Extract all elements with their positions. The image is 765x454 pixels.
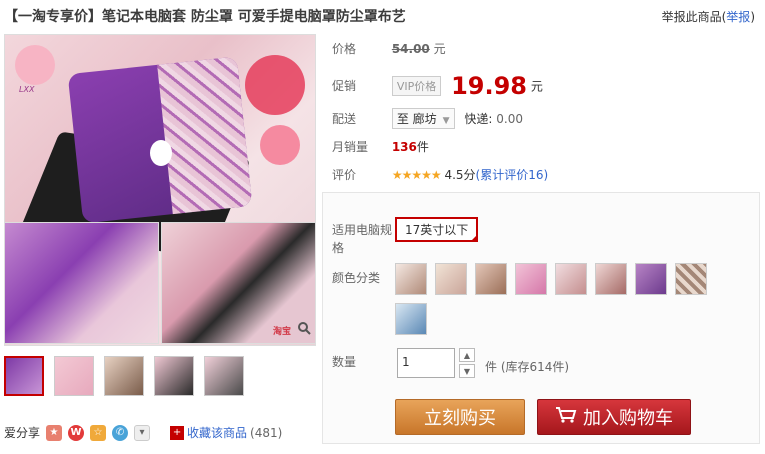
- share-bar: 爱分享 ★ W ☆ ✆ ▾ + 收藏该商品 (481): [4, 424, 282, 441]
- increase-button[interactable]: ▲: [459, 348, 475, 362]
- size-label: 适用电脑规格: [332, 223, 393, 255]
- report-anchor[interactable]: 举报: [726, 10, 750, 24]
- share-chat-icon[interactable]: ✆: [112, 424, 129, 441]
- color-swatch[interactable]: [555, 263, 587, 295]
- brand-logo: LXX: [19, 85, 35, 94]
- sales-unit: 件: [416, 140, 429, 154]
- quantity-label: 数量: [332, 355, 357, 369]
- gallery-image-2[interactable]: [4, 222, 159, 344]
- buy-now-label: 立刻购买: [424, 408, 496, 429]
- thumbnail-strip: [4, 356, 244, 396]
- color-swatch[interactable]: [395, 303, 427, 335]
- review-count-link[interactable]: (累计评价16): [476, 168, 549, 182]
- sku-panel: 适用电脑规格 17英寸以下 颜色分类 数量 1 ▲ ▼ 件 (库存614件) 立…: [322, 192, 760, 444]
- product-tag: 【一淘专享价】: [4, 9, 102, 25]
- color-swatch[interactable]: [475, 263, 507, 295]
- decor-flower: [15, 45, 55, 85]
- chevron-down-icon[interactable]: ▾: [134, 424, 151, 441]
- chevron-down-icon: ▼: [442, 116, 450, 126]
- vip-badge: VIP价格: [391, 76, 442, 96]
- destination-value: 至 廊坊: [396, 112, 437, 126]
- stock-count: (库存614件): [500, 360, 570, 374]
- destination-select[interactable]: 至 廊坊 ▼: [391, 108, 455, 129]
- sales-label: 月销量: [332, 140, 369, 154]
- color-options: [395, 263, 725, 335]
- size-option-selected[interactable]: 17英寸以下: [395, 217, 479, 242]
- bookmark-icon: +: [170, 425, 185, 440]
- report-link[interactable]: 举报此商品(举报): [662, 8, 755, 25]
- rating-row: 评价 ★★★★★ 4.5分(累计评价16): [332, 166, 548, 183]
- promo-label: 促销: [332, 78, 357, 93]
- thumbnail-3[interactable]: [104, 356, 144, 396]
- shipping-label: 配送: [332, 112, 357, 126]
- rating-stars-icon: ★★★★★: [391, 168, 442, 182]
- promo-currency: 元: [530, 79, 543, 94]
- promo-row: 促销 VIP价格 19.98 元: [332, 72, 543, 100]
- gallery-image-3[interactable]: 淘宝: [161, 222, 316, 344]
- quantity-unit: 件: [485, 360, 498, 374]
- color-swatch[interactable]: [515, 263, 547, 295]
- promo-price: 19.98: [451, 72, 527, 100]
- quantity-input[interactable]: 1: [397, 348, 455, 378]
- image-watermark: 淘宝: [272, 327, 291, 337]
- original-price: 54.00: [391, 42, 430, 56]
- rating-score: 4.5分: [444, 168, 476, 182]
- thumbnail-5[interactable]: [204, 356, 244, 396]
- express-fee: 0.00: [496, 112, 523, 126]
- color-swatch[interactable]: [675, 263, 707, 295]
- color-swatch[interactable]: [635, 263, 667, 295]
- express-label: 快递:: [464, 112, 493, 126]
- stock-info: 件 (库存614件): [485, 358, 569, 375]
- share-qzone-icon[interactable]: ★: [46, 424, 63, 441]
- favorite-count: (481): [250, 425, 283, 440]
- price-row: 价格 54.00 元: [332, 40, 446, 57]
- sales-count: 136: [391, 140, 417, 154]
- favorite-link[interactable]: + 收藏该商品 (481): [170, 424, 282, 441]
- decor-flower: [260, 125, 300, 165]
- color-swatch[interactable]: [435, 263, 467, 295]
- price-label: 价格: [332, 42, 357, 56]
- thumbnail-1[interactable]: [4, 356, 44, 396]
- decrease-button[interactable]: ▼: [459, 364, 475, 378]
- report-label: 举报此商品: [661, 10, 722, 24]
- add-to-cart-button[interactable]: 加入购物车: [537, 399, 691, 435]
- price-currency: 元: [433, 42, 446, 56]
- rating-label: 评价: [332, 168, 357, 182]
- bunny-applique: [150, 140, 172, 166]
- product-title: 【一淘专享价】笔记本电脑套 防尘罩 可爱手提电脑罩防尘罩布艺: [4, 6, 406, 26]
- add-to-cart-label: 加入购物车: [583, 408, 673, 429]
- cart-icon: [555, 406, 577, 429]
- share-weibo-icon[interactable]: W: [68, 424, 85, 441]
- quantity-stepper: ▲ ▼: [459, 348, 475, 378]
- magnifier-icon[interactable]: [297, 321, 311, 339]
- share-label: 爱分享: [4, 426, 41, 440]
- thumbnail-2[interactable]: [54, 356, 94, 396]
- buy-now-button[interactable]: 立刻购买: [395, 399, 525, 435]
- size-option-label: 17英寸以下: [405, 223, 469, 237]
- shipping-row: 配送 至 廊坊 ▼ 快递: 0.00: [332, 108, 523, 129]
- sales-row: 月销量 136件: [332, 138, 429, 155]
- favorite-label[interactable]: 收藏该商品: [187, 424, 247, 441]
- product-name: 笔记本电脑套 防尘罩 可爱手提电脑罩防尘罩布艺: [102, 9, 406, 25]
- color-swatch[interactable]: [595, 263, 627, 295]
- color-label: 颜色分类: [332, 271, 381, 285]
- thumbnail-4[interactable]: [154, 356, 194, 396]
- color-swatch[interactable]: [395, 263, 427, 295]
- decor-flower: [245, 55, 305, 115]
- selected-check-icon: [470, 234, 479, 242]
- share-star-icon[interactable]: ☆: [90, 424, 107, 441]
